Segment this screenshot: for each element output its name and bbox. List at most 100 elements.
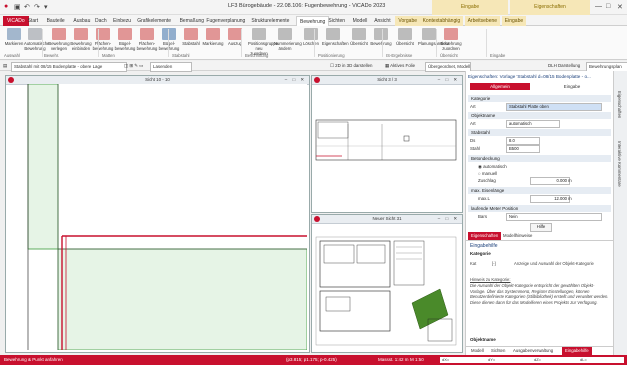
ribbon-button-14[interactable]: Eigenschaften (322, 28, 349, 46)
ribbon-button-6[interactable]: Flächen-bewehrung (136, 28, 158, 51)
tab-start[interactable]: Start (25, 16, 42, 26)
quick-access-dropdown-icon[interactable]: ▾ (44, 3, 48, 11)
ribbon-button-13[interactable]: Löschen (300, 28, 322, 46)
dl-field[interactable]: dL= (578, 357, 624, 363)
redo-icon[interactable]: ↷ (34, 3, 40, 11)
radio-automatisch[interactable]: ◉ automatisch (478, 163, 609, 170)
ribbon-tool-icon (374, 28, 388, 40)
bars-select[interactable]: Nein (506, 213, 602, 221)
ribbon-button-4[interactable]: Flächen-bewehrung (92, 28, 114, 51)
snap-toggle[interactable]: ☐ 2D in 3D darstellen (330, 62, 373, 70)
ribbon-group-label: Beschriftung (245, 53, 269, 58)
slab-element (57, 248, 307, 350)
tab-vorgabe[interactable]: Vorgabe (395, 16, 421, 26)
ribbon-button-label: Bewehrung einbinden (70, 41, 92, 51)
main-view-window[interactable]: Sicht 10 - 10 – □ ✕ (5, 75, 310, 353)
section-max-eisenlaenge[interactable]: max. Eisenlänge (468, 187, 611, 194)
window-controls[interactable]: – □ ✕ (438, 215, 459, 223)
tab-modell[interactable]: Modell (350, 16, 371, 26)
properties-panel: Eigenschaften: Vorlage 'Stabstahl d=08/1… (465, 71, 613, 356)
tab-einbezu[interactable]: Einbezu (110, 16, 134, 26)
ribbon-tool-icon (422, 28, 436, 40)
ribbon-button-5[interactable]: Bügel-bewehrung (114, 28, 136, 51)
sidebar-tab-kommentare[interactable]: Interaktive Kommentare (617, 141, 622, 187)
view-window-top-right[interactable]: Sicht 3 / 3 – □ ✕ (311, 75, 463, 213)
dz-field[interactable]: dZ= (532, 357, 578, 363)
ribbon-button-19[interactable]: Bewehrung zuordnen (440, 28, 462, 51)
tab-eingabe[interactable]: Eingabe (501, 16, 527, 26)
art-select[interactable]: Stabstahl Platte oben (506, 103, 602, 111)
page-icon[interactable]: ▤ (3, 62, 7, 70)
layer-combo[interactable]: Lasenden (150, 62, 192, 72)
tab-eingabe[interactable]: Eingabe (542, 83, 602, 90)
context-group-eingabe: Eingabe (432, 0, 508, 15)
tab-ansicht[interactable]: Ansicht (371, 16, 393, 26)
dy-field[interactable]: dY= (486, 357, 532, 363)
ribbon-button-12[interactable]: Nummerierung ändern (274, 28, 302, 51)
ds-input[interactable]: 8.0 (506, 137, 540, 145)
toolbar-tools-icon[interactable]: ◫ ⊞ ✎ ▭ (124, 62, 143, 70)
status-zoom[interactable]: M 1:50 (410, 357, 424, 362)
section-laufende-meter[interactable]: laufende Meter Position (468, 205, 611, 212)
ribbon-button-8[interactable]: Stabstahl (180, 28, 202, 46)
tab-modell[interactable]: Modell (468, 347, 487, 355)
view-combo[interactable]: Stabstahl mit 08/15 Bodenplatte - obere … (11, 62, 127, 72)
tab-bauteile[interactable]: Bauteile (44, 16, 68, 26)
tab-dach[interactable]: Dach (92, 16, 110, 26)
ribbon-button-16[interactable]: Bewehrung (370, 28, 392, 46)
stahl-input[interactable]: B500 (506, 145, 540, 153)
dx-field[interactable]: dX= (440, 357, 486, 363)
art2-select[interactable]: automatisch (506, 120, 560, 128)
tab-sichten[interactable]: Sichten (488, 347, 508, 355)
undo-icon[interactable]: ↶ (24, 3, 30, 11)
tab-arbeitsebene[interactable]: Arbeitsebene (464, 16, 501, 26)
app-logo-icon[interactable]: ● (4, 3, 8, 10)
view-window-bottom-right[interactable]: Neuer Sicht 31 – □ ✕ (311, 214, 463, 353)
ribbon-button-label: Bewehrung verlegen (48, 41, 70, 51)
ribbon-button-15[interactable]: Übersicht (348, 28, 370, 46)
minimize-button[interactable]: — (595, 3, 602, 10)
maximize-button[interactable]: □ (606, 3, 610, 10)
plan-drawing[interactable] (312, 84, 460, 210)
radio-manuell[interactable]: ○ manuell (478, 170, 609, 177)
ribbon-button-2[interactable]: Bewehrung verlegen (48, 28, 70, 51)
ribbon-button-7[interactable]: Bügel-bewehrung (158, 28, 180, 51)
tab-allgemein[interactable]: Allgemein (470, 83, 530, 90)
zuschlag-input[interactable]: 0.000 (530, 177, 570, 185)
max-length-input[interactable]: 12.000 (530, 195, 570, 203)
tab-eingabehilfe[interactable]: Eingabehilfe (562, 347, 592, 355)
ribbon-button-11[interactable]: Positionsgruppe neu zuordnen (248, 28, 278, 56)
tab-kontextabh-ngig[interactable]: Kontextabhängig (419, 16, 464, 26)
ribbon-button-17[interactable]: Übersicht (394, 28, 416, 46)
ribbon-button-10[interactable]: Auszug (224, 28, 246, 46)
close-button[interactable]: ✕ (617, 3, 623, 11)
fill-toggle[interactable]: ▦ Aktives Folie (385, 62, 415, 70)
ribbon-button-3[interactable]: Bewehrung einbinden (70, 28, 92, 51)
tab-eigenschaften[interactable]: Eigenschaften (468, 232, 502, 240)
ribbon-button-0[interactable]: Markieren (3, 28, 25, 46)
section-objektname[interactable]: Objektname (468, 112, 611, 119)
tab-ausbau[interactable]: Ausbau (70, 16, 93, 26)
sidebar-tab-eigenschaften[interactable]: Eigenschaften (617, 91, 622, 118)
right-side-bar: Eigenschaften Interaktive Kommentare (613, 71, 627, 356)
ribbon-tool-icon (7, 28, 21, 40)
ribbon-tabs: ViCADo Start Bauteile Ausbau Dach Einbezu Graf… (0, 15, 627, 27)
ribbon-button-9[interactable]: Markierung (202, 28, 224, 46)
ribbon-tool-icon (304, 28, 318, 40)
window-controls[interactable]: – □ ✕ (438, 76, 459, 84)
tab-grafikelemente[interactable]: Grafikelemente (134, 16, 174, 26)
help-button[interactable]: Hilfe (530, 223, 552, 232)
main-drawing-canvas[interactable] (6, 84, 307, 350)
window-controls[interactable]: – □ ✕ (285, 76, 306, 84)
tab-modellhinweise[interactable]: Modellhinweise (500, 232, 535, 240)
section-kategorie[interactable]: Kategorie (468, 95, 611, 102)
tab-ausgabenverwaltung[interactable]: Ausgabenverwaltung (510, 347, 556, 355)
wall-element (27, 84, 59, 250)
save-icon[interactable]: ▣ (14, 3, 21, 11)
tab-fugenverplanung[interactable]: Fugenverplanung (203, 16, 248, 26)
section-betondeckung[interactable]: Betondeckung (468, 155, 611, 162)
tab-strukturelemente[interactable]: Strukturelemente (248, 16, 292, 26)
plan-sheet-drawing[interactable] (312, 223, 460, 350)
section-stabstahl[interactable]: Stabstahl (468, 129, 611, 136)
tab-sichten[interactable]: Sichten (325, 16, 348, 26)
